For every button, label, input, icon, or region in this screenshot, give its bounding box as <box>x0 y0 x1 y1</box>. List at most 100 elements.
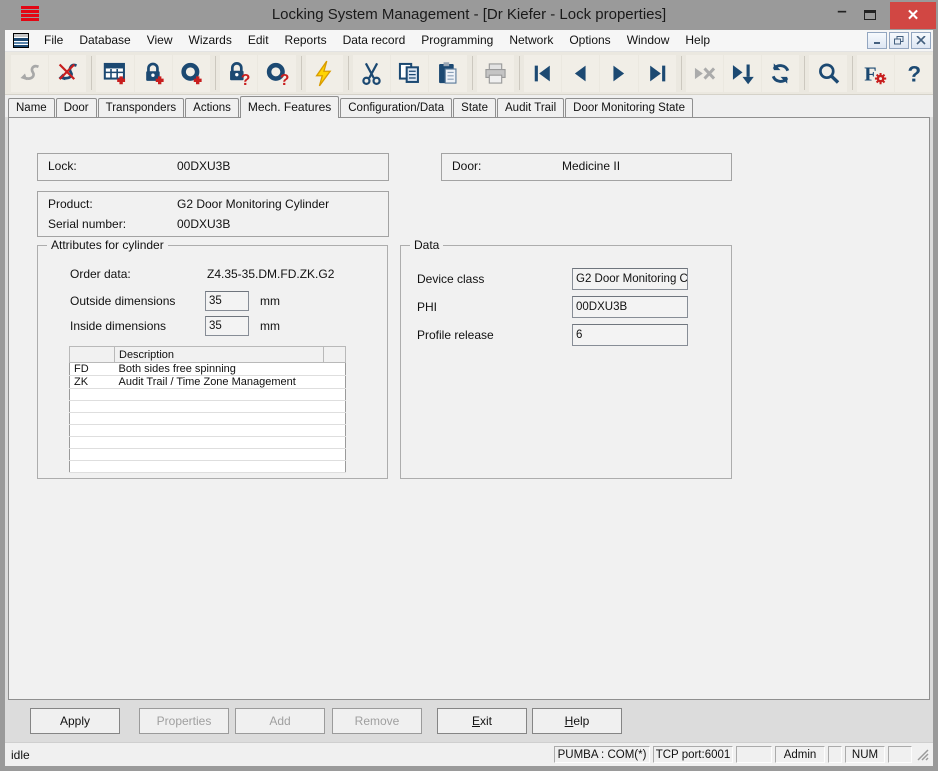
row-extra <box>323 400 346 413</box>
outside-dimensions-input[interactable]: 35 <box>205 291 249 311</box>
serial-number-value: 00DXU3B <box>177 217 231 231</box>
paste-button[interactable] <box>429 54 467 92</box>
table-row[interactable] <box>69 460 346 473</box>
first-record-button[interactable] <box>523 54 562 92</box>
menu-item-window[interactable]: Window <box>619 30 678 51</box>
table-row[interactable] <box>69 436 346 449</box>
exit-button[interactable]: Exit <box>437 708 527 734</box>
profile-release-input[interactable]: 6 <box>572 324 688 346</box>
tab-door[interactable]: Door <box>55 98 97 117</box>
toolbar-separator <box>518 56 520 90</box>
toolbar-separator <box>215 56 217 90</box>
tab-name[interactable]: Name <box>8 98 55 117</box>
menu-item-edit[interactable]: Edit <box>240 30 277 51</box>
toolbar-separator <box>91 56 93 90</box>
maximize-button[interactable] <box>856 2 884 28</box>
table-row[interactable]: ZK Audit Trail / Time Zone Management <box>69 375 346 389</box>
read-lock-button[interactable]: ? <box>220 54 258 92</box>
tab-actions[interactable]: Actions <box>185 98 239 117</box>
inside-dimensions-unit: mm <box>260 319 280 333</box>
product-value: G2 Door Monitoring Cylinder <box>177 197 330 211</box>
menu-item-file[interactable]: File <box>36 30 71 51</box>
attributes-group-title: Attributes for cylinder <box>47 238 168 252</box>
menu-item-reports[interactable]: Reports <box>277 30 335 51</box>
row-code <box>69 460 115 473</box>
status-segment-num: NUM <box>845 746 885 763</box>
menu-item-database[interactable]: Database <box>71 30 138 51</box>
device-class-input[interactable]: G2 Door Monitoring Cylin <box>572 268 688 290</box>
menu-item-programming[interactable]: Programming <box>413 30 501 51</box>
resize-grip-icon[interactable] <box>916 748 929 761</box>
table-row[interactable] <box>69 424 346 437</box>
order-data-value: Z4.35-35.DM.FD.ZK.G2 <box>207 267 335 281</box>
table-header-blank[interactable] <box>69 346 115 363</box>
tab-state[interactable]: State <box>453 98 497 117</box>
door-label: Door: <box>452 159 482 173</box>
status-segment-tcp-port-6001: TCP port:6001 <box>653 746 733 763</box>
attributes-table-header: Description <box>69 346 346 363</box>
sync-button[interactable] <box>11 54 49 92</box>
tab-door-monitoring-state[interactable]: Door Monitoring State <box>565 98 694 117</box>
disconnect-button[interactable] <box>49 54 87 92</box>
table-row[interactable] <box>69 400 346 413</box>
menu-item-help[interactable]: Help <box>677 30 718 51</box>
table-row[interactable]: FD Both sides free spinning <box>69 362 346 376</box>
menu-item-network[interactable]: Network <box>501 30 561 51</box>
menu-item-options[interactable]: Options <box>561 30 618 51</box>
row-code <box>69 424 115 437</box>
close-button[interactable]: ✕ <box>890 1 936 29</box>
program-flash-button[interactable] <box>305 54 343 92</box>
new-lock-button[interactable] <box>134 54 172 92</box>
mdi-minimize-button[interactable] <box>867 32 887 49</box>
tab-mech-features[interactable]: Mech. Features <box>239 96 340 118</box>
help-action-button[interactable]: Help <box>532 708 622 734</box>
refresh-button[interactable] <box>762 54 800 92</box>
row-description <box>114 436 324 449</box>
outside-dimensions-unit: mm <box>260 294 280 308</box>
cancel-record-button[interactable] <box>685 54 723 92</box>
tab-audit-trail[interactable]: Audit Trail <box>497 98 565 117</box>
row-code <box>69 400 115 413</box>
table-header-description[interactable]: Description <box>114 346 324 363</box>
apply-button[interactable]: Apply <box>30 708 120 734</box>
new-matrix-button[interactable] <box>96 54 134 92</box>
goto-record-button[interactable] <box>723 54 762 92</box>
filter-options-button[interactable]: F <box>856 54 894 92</box>
help-button[interactable]: ? <box>894 54 933 92</box>
new-transponder-button[interactable] <box>172 54 211 92</box>
menu-item-wizards[interactable]: Wizards <box>181 30 240 51</box>
mdi-restore-button[interactable] <box>889 32 909 49</box>
attributes-table: Description FD Both sides free spinning ZK… <box>69 346 346 473</box>
table-row[interactable] <box>69 412 346 425</box>
table-header-blank[interactable] <box>323 346 346 363</box>
toolbar-separator <box>347 56 349 90</box>
row-description <box>114 448 324 461</box>
copy-button[interactable] <box>391 54 429 92</box>
table-row[interactable] <box>69 448 346 461</box>
add-button[interactable]: Add <box>235 708 325 734</box>
properties-button[interactable]: Properties <box>139 708 229 734</box>
cut-button[interactable] <box>352 54 391 92</box>
last-record-button[interactable] <box>638 54 676 92</box>
row-code: ZK <box>69 375 115 389</box>
menu-item-view[interactable]: View <box>139 30 181 51</box>
previous-record-button[interactable] <box>562 54 600 92</box>
read-transponder-button[interactable]: ? <box>258 54 296 92</box>
tab-transponders[interactable]: Transponders <box>97 98 185 117</box>
table-row[interactable] <box>69 388 346 401</box>
search-button[interactable] <box>809 54 847 92</box>
print-button[interactable] <box>476 54 514 92</box>
tab-configuration-data[interactable]: Configuration/Data <box>340 98 453 117</box>
mdi-close-button[interactable] <box>911 32 931 49</box>
next-record-button[interactable] <box>600 54 638 92</box>
row-extra <box>323 412 346 425</box>
phi-input[interactable]: 00DXU3B <box>572 296 688 318</box>
row-code <box>69 388 115 401</box>
row-code <box>69 436 115 449</box>
remove-button[interactable]: Remove <box>332 708 422 734</box>
door-value: Medicine II <box>562 159 621 173</box>
menu-item-data-record[interactable]: Data record <box>335 30 414 51</box>
minimize-button[interactable]: – <box>828 1 856 28</box>
toolbar-separator <box>300 56 302 90</box>
inside-dimensions-input[interactable]: 35 <box>205 316 249 336</box>
